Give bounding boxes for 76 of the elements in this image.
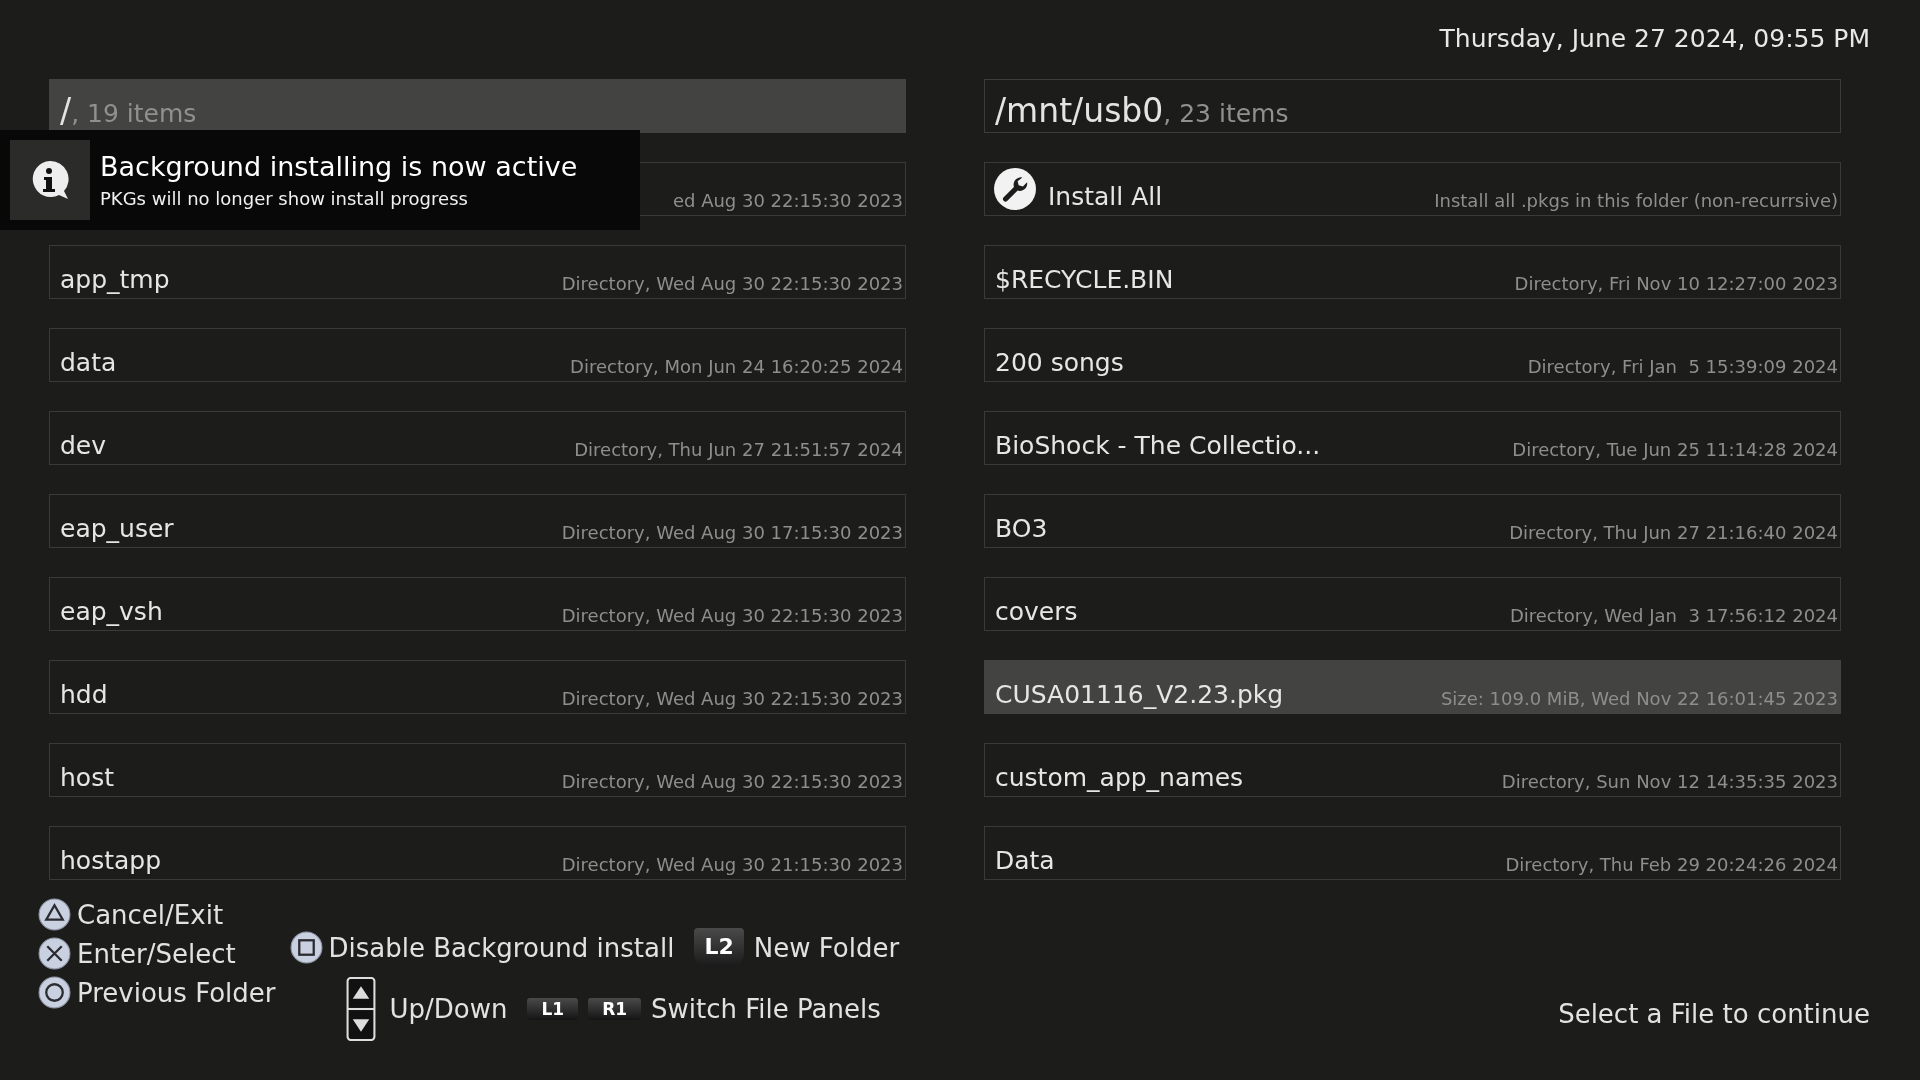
file-name: BO3: [995, 514, 1048, 543]
l2-trigger-key: L2: [694, 928, 744, 967]
file-row[interactable]: custom_app_names Directory, Sun Nov 12 14:35:35 2023: [984, 743, 1841, 797]
file-row[interactable]: data Directory, Mon Jun 24 16:20:25 2024: [49, 328, 906, 382]
file-row[interactable]: hostapp Directory, Wed Aug 30 21:15:30 2023: [49, 826, 906, 880]
file-details: Directory, Wed Jan 3 17:56:12 2024: [1509, 605, 1838, 626]
triangle-button-icon: [38, 898, 71, 931]
file-details: Directory, Wed Aug 30 22:15:30 2023: [561, 273, 903, 294]
notification-message: PKGs will no longer show install progress: [100, 188, 469, 209]
file-name: eap_user: [60, 514, 174, 543]
shoulder-key: R1: [588, 998, 642, 1020]
file-row[interactable]: 200 songs Directory, Fri Jan 5 15:39:09 2024: [984, 328, 1841, 382]
file-details: Directory, Tue Jun 25 11:14:28 2024: [1512, 439, 1838, 460]
file-details: Size: 109.0 MiB, Wed Nov 22 16:01:45 2023: [1440, 688, 1838, 709]
legend-label: Enter/Select: [77, 938, 236, 969]
file-details: Directory, Fri Jan 5 15:39:09 2024: [1527, 356, 1838, 377]
file-name: custom_app_names: [995, 763, 1244, 792]
file-details: Directory, Sun Nov 12 14:35:35 2023: [1501, 771, 1838, 792]
date-time: Thursday, June 27 2024, 09:55 PM: [1439, 24, 1870, 53]
file-row[interactable]: eap_vsh Directory, Wed Aug 30 22:15:30 2023: [49, 577, 906, 631]
file-details: Directory, Wed Aug 30 22:15:30 2023: [561, 771, 903, 792]
file-name: hostapp: [60, 846, 162, 875]
file-name: host: [60, 763, 114, 792]
file-details: Install all .pkgs in this folder (non-recurrsive): [1434, 190, 1838, 211]
file-row[interactable]: covers Directory, Wed Jan 3 17:56:12 2024: [984, 577, 1841, 631]
file-name: dev: [60, 431, 107, 460]
notification-title: Background installing is now active: [100, 151, 578, 182]
file-name: data: [60, 348, 117, 377]
status-message: Select a File to continue: [1558, 999, 1870, 1031]
circle-button-icon: [38, 976, 71, 1009]
legend-label: New Folder: [753, 932, 900, 963]
file-name: Data: [995, 846, 1055, 875]
file-details: Directory, Thu Feb 29 20:24:26 2024: [1505, 854, 1838, 875]
cross-button-icon: [38, 937, 71, 970]
path-label: /: [60, 91, 72, 130]
item-count: , 23 items: [1163, 99, 1289, 130]
file-details: Directory, Wed Aug 30 22:15:30 2023: [561, 688, 903, 709]
wrench-icon: [994, 168, 1036, 210]
file-name: eap_vsh: [60, 597, 163, 626]
file-name: 200 songs: [995, 348, 1124, 377]
file-details: Directory, Thu Jun 27 21:51:57 2024: [574, 439, 903, 460]
file-details: Directory, Fri Nov 10 12:27:00 2023: [1514, 273, 1838, 294]
up-down-arrows-icon: [345, 977, 376, 1041]
file-name: app_tmp: [60, 265, 170, 294]
file-details: Directory, Wed Aug 30 21:15:30 2023: [561, 854, 903, 875]
file-row[interactable]: BO3 Directory, Thu Jun 27 21:16:40 2024: [984, 494, 1841, 548]
file-row[interactable]: Data Directory, Thu Feb 29 20:24:26 2024: [984, 826, 1841, 880]
file-details: Directory, Wed Aug 30 17:15:30 2023: [561, 522, 903, 543]
file-row[interactable]: eap_user Directory, Wed Aug 30 17:15:30 2023: [49, 494, 906, 548]
item-count: , 19 items: [71, 99, 197, 130]
file-row[interactable]: host Directory, Wed Aug 30 22:15:30 2023: [49, 743, 906, 797]
legend-label: Previous Folder: [77, 977, 276, 1008]
file-row[interactable]: $RECYCLE.BIN Directory, Fri Nov 10 12:27:00 2023: [984, 245, 1841, 299]
file-row[interactable]: app_tmp Directory, Wed Aug 30 22:15:30 2023: [49, 245, 906, 299]
file-row[interactable]: dev Directory, Thu Jun 27 21:51:57 2024: [49, 411, 906, 465]
file-name: hdd: [60, 680, 108, 709]
path-label: /mnt/usb0: [995, 91, 1164, 130]
file-details: Directory, Mon Jun 24 16:20:25 2024: [570, 356, 903, 377]
file-name: Install All: [1048, 182, 1163, 211]
legend-label: Up/Down: [389, 994, 508, 1024]
file-name: $RECYCLE.BIN: [995, 265, 1174, 294]
file-row[interactable]: hdd Directory, Wed Aug 30 22:15:30 2023: [49, 660, 906, 714]
file-details: ed Aug 30 22:15:30 2023: [672, 190, 903, 211]
square-button-icon: [289, 931, 323, 964]
file-name: BioShock - The Collectio...: [995, 431, 1321, 460]
file-row[interactable]: Install All Install all .pkgs in this folder (non-recurrsive): [984, 162, 1841, 216]
legend-label: Cancel/Exit: [77, 899, 224, 930]
file-row[interactable]: BioShock - The Collectio... Directory, Tue Jun 25 11:14:28 2024: [984, 411, 1841, 465]
file-details: Directory, Wed Aug 30 22:15:30 2023: [561, 605, 903, 626]
file-details: Directory, Thu Jun 27 21:16:40 2024: [1509, 522, 1838, 543]
legend-label: Disable Background install: [328, 932, 675, 963]
file-row[interactable]: CUSA01116_V2.23.pkg Size: 109.0 MiB, Wed Nov 22 16:01:45 2023: [984, 660, 1841, 714]
shoulder-key: L1: [527, 998, 579, 1020]
legend-label: Switch File Panels: [651, 994, 881, 1024]
file-name: CUSA01116_V2.23.pkg: [995, 680, 1284, 709]
file-name: covers: [995, 597, 1078, 626]
